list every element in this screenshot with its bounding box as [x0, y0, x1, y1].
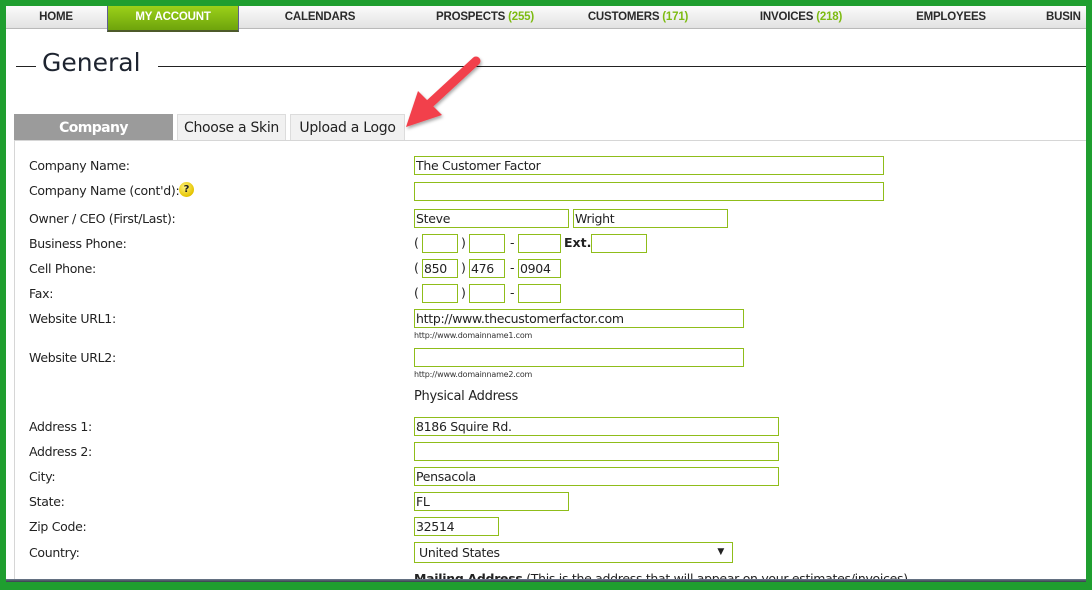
website-url1-input[interactable]: http://www.thecustomerfactor.com: [414, 309, 744, 328]
nav-count-badge: (255): [508, 11, 534, 23]
heading-rule-left: [16, 66, 36, 67]
page-title: General: [42, 48, 141, 77]
question-icon[interactable]: ?: [179, 182, 194, 197]
nav-count-badge: (218): [816, 11, 843, 23]
fax-area-input[interactable]: [422, 284, 458, 303]
city-input[interactable]: Pensacola: [414, 467, 779, 486]
business-phone-ext-input[interactable]: [591, 234, 647, 253]
nav-employees[interactable]: EMPLOYEES: [886, 6, 1016, 29]
owner-last-name-input[interactable]: Wright: [573, 209, 728, 228]
nav-prospects[interactable]: PROSPECTS (255): [400, 6, 570, 29]
heading-rule-right: [158, 66, 1086, 67]
fax-prefix-input[interactable]: [469, 284, 505, 303]
taskbar-strip: [6, 579, 1086, 582]
company-name-cont-input[interactable]: [414, 182, 884, 201]
company-name-input[interactable]: The Customer Factor: [414, 156, 884, 175]
annotation-arrow-icon: [406, 56, 481, 127]
business-phone-line-input[interactable]: [518, 234, 561, 253]
business-phone-prefix-input[interactable]: [469, 234, 505, 253]
cell-phone-prefix-input[interactable]: 476: [469, 259, 505, 278]
website-url2-hint: http://www.domainname2.com: [414, 370, 533, 379]
address2-input[interactable]: [414, 442, 779, 461]
nav-label: CALENDARS: [284, 11, 356, 23]
tab-upload-a-logo[interactable]: Upload a Logo: [290, 114, 405, 141]
cell-phone-line-input[interactable]: 0904: [518, 259, 561, 278]
nav-label: EMPLOYEES: [916, 11, 986, 23]
website-url1-label: Website URL1:: [29, 311, 116, 326]
state-input[interactable]: FL: [414, 492, 569, 511]
paren-open: (: [414, 260, 419, 275]
zip-code-input[interactable]: 32514: [414, 517, 499, 536]
owner-label: Owner / CEO (First/Last):: [29, 211, 176, 226]
nav-label: CUSTOMERS: [587, 11, 660, 23]
zip-code-label: Zip Code:: [29, 519, 87, 534]
nav-business[interactable]: BUSIN: [1046, 6, 1086, 29]
business-phone-label: Business Phone:: [29, 236, 127, 251]
nav-label: PROSPECTS: [436, 11, 506, 23]
company-name-label: Company Name:: [29, 158, 130, 173]
country-select-value: United States: [419, 545, 500, 560]
business-phone-area-input[interactable]: [422, 234, 458, 253]
main-nav: HOME MY ACCOUNT CALENDARS PROSPECTS (255…: [6, 6, 1086, 32]
paren-close: ): [461, 285, 466, 300]
physical-address-title: Physical Address: [414, 389, 518, 404]
paren-close: ): [461, 235, 466, 250]
address1-input[interactable]: 8186 Squire Rd.: [414, 417, 779, 436]
website-url2-input[interactable]: [414, 348, 744, 367]
company-name-cont-label: Company Name (cont'd):: [29, 183, 180, 198]
website-url1-hint: http://www.domainname1.com: [414, 331, 533, 340]
dash: -: [510, 260, 515, 275]
cell-phone-label: Cell Phone:: [29, 261, 96, 276]
dash: -: [510, 235, 515, 250]
cell-phone-area-input[interactable]: 850: [422, 259, 458, 278]
nav-invoices[interactable]: INVOICES (218): [731, 6, 871, 29]
paren-open: (: [414, 235, 419, 250]
ext-label: Ext.: [564, 235, 592, 250]
paren-close: ): [461, 260, 466, 275]
tab-choose-a-skin[interactable]: Choose a Skin: [177, 114, 286, 141]
nav-my-account[interactable]: MY ACCOUNT: [107, 6, 239, 32]
address1-label: Address 1:: [29, 419, 92, 434]
state-label: State:: [29, 494, 65, 509]
dropdown-caret-icon: ▼: [717, 547, 724, 557]
country-label: Country:: [29, 545, 80, 560]
paren-open: (: [414, 285, 419, 300]
country-select[interactable]: United States ▼: [414, 542, 733, 563]
dash: -: [510, 285, 515, 300]
fax-line-input[interactable]: [518, 284, 561, 303]
nav-label: HOME: [39, 11, 73, 23]
fax-label: Fax:: [29, 286, 54, 301]
nav-label: INVOICES: [759, 11, 814, 23]
city-label: City:: [29, 469, 56, 484]
address2-label: Address 2:: [29, 444, 92, 459]
nav-home[interactable]: HOME: [6, 6, 106, 29]
app-frame: HOME MY ACCOUNT CALENDARS PROSPECTS (255…: [6, 6, 1086, 582]
nav-count-badge: (171): [662, 11, 689, 23]
nav-label: BUSIN: [1046, 11, 1081, 23]
tab-company-information[interactable]: Company Information: [14, 114, 173, 162]
owner-first-name-input[interactable]: Steve: [414, 209, 569, 228]
nav-calendars[interactable]: CALENDARS: [240, 6, 400, 29]
nav-customers[interactable]: CUSTOMERS (171): [570, 6, 706, 29]
website-url2-label: Website URL2:: [29, 350, 116, 365]
nav-label: MY ACCOUNT: [135, 11, 211, 23]
